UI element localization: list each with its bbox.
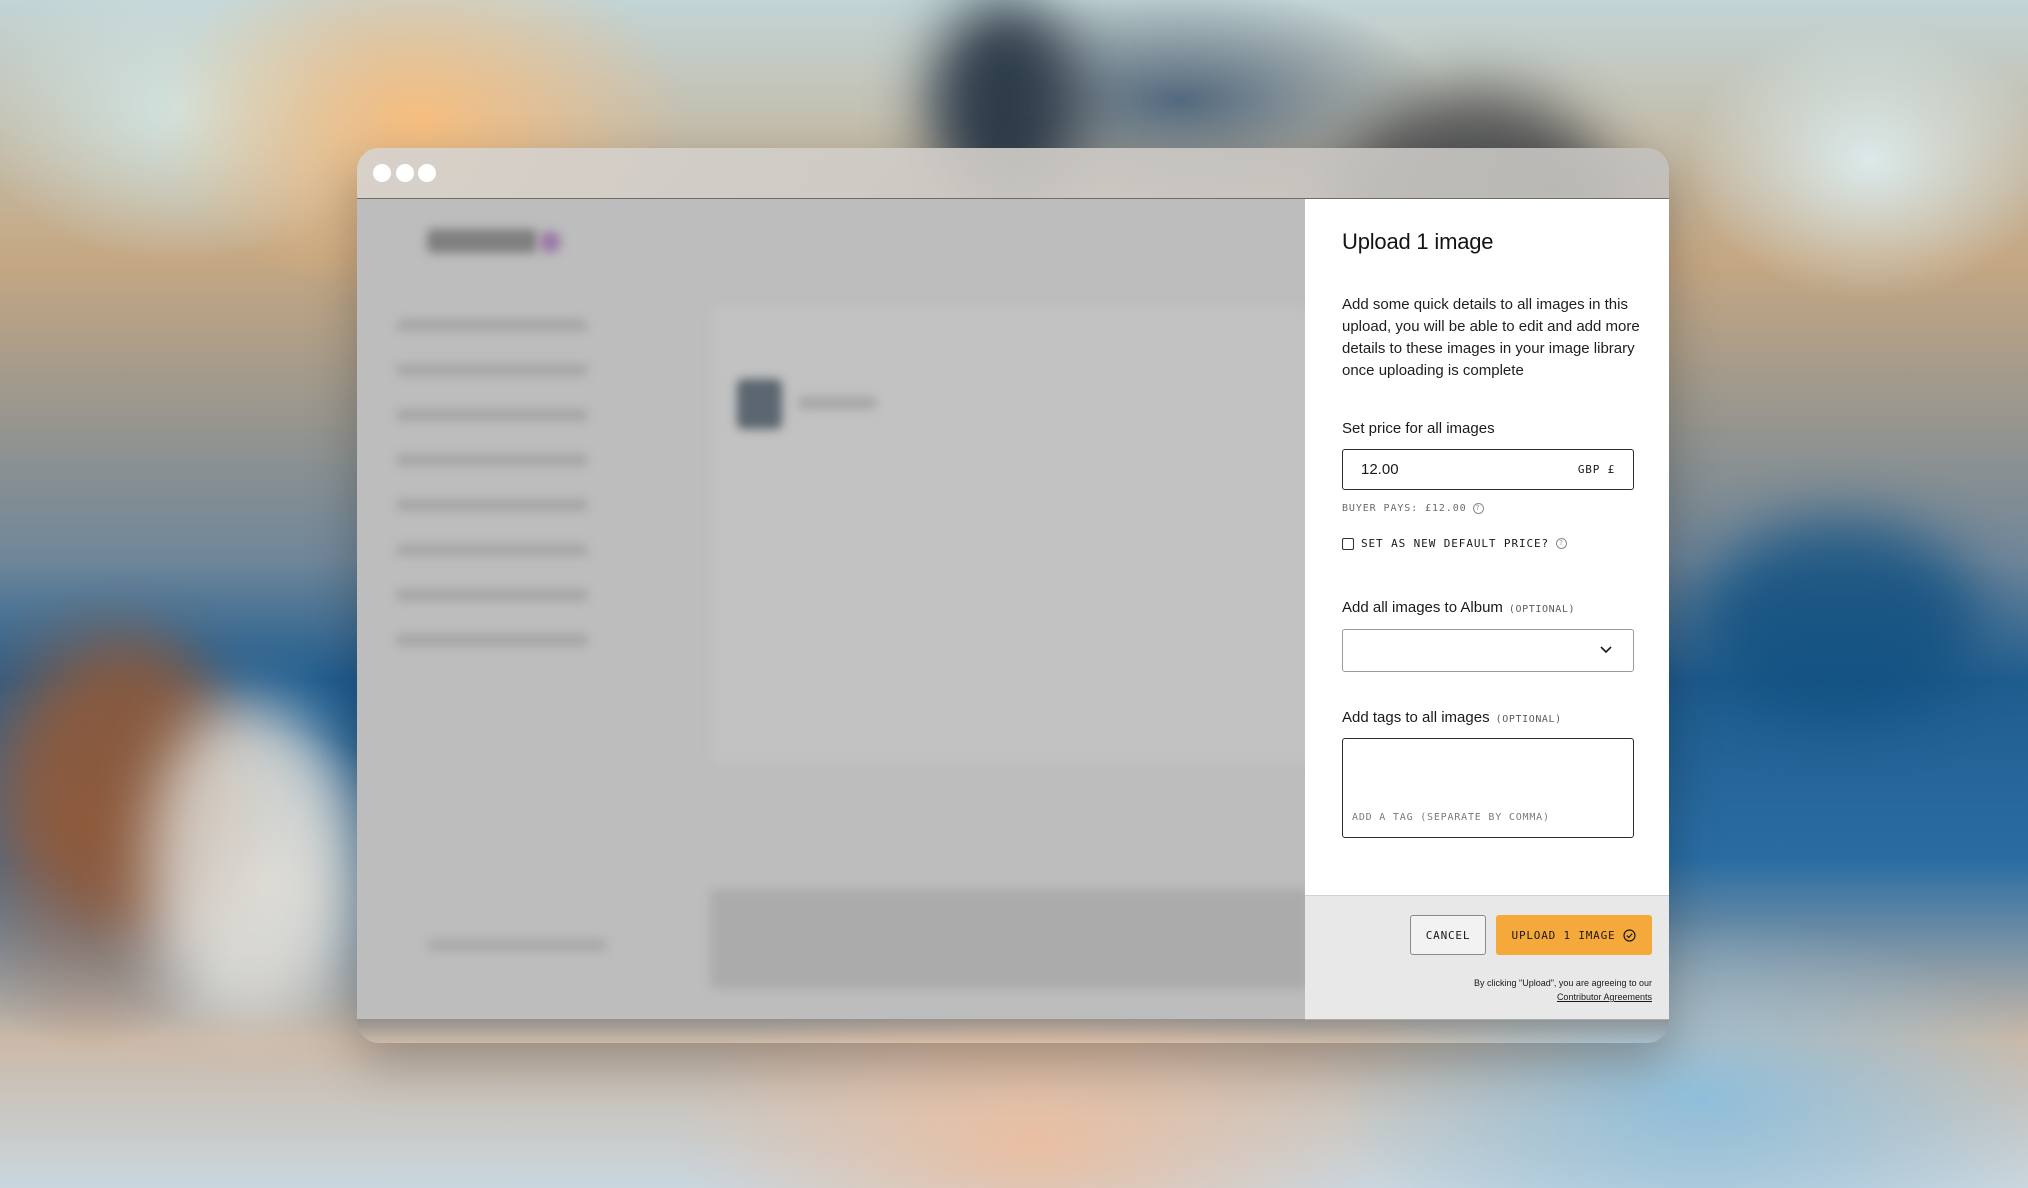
upload-button[interactable]: UPLOAD 1 IMAGE bbox=[1496, 915, 1652, 955]
info-icon[interactable]: ? bbox=[1472, 503, 1484, 514]
dimmed-app-background bbox=[357, 199, 1305, 1019]
window-minimize-dot[interactable] bbox=[396, 164, 414, 182]
default-price-option[interactable]: SET AS NEW DEFAULT PRICE? ? bbox=[1342, 537, 1568, 550]
contributor-agreements-link[interactable]: Contributor Agreements bbox=[1557, 992, 1652, 1002]
blurred-filename bbox=[797, 397, 877, 409]
default-price-label[interactable]: SET AS NEW DEFAULT PRICE? bbox=[1361, 537, 1549, 550]
tags-label: Add tags to all images (OPTIONAL) bbox=[1342, 709, 1562, 726]
tags-input[interactable]: ADD A TAG (SEPARATE BY COMMA) bbox=[1342, 738, 1634, 838]
upload-button-label: UPLOAD 1 IMAGE bbox=[1511, 928, 1616, 942]
tags-label-text: Add tags to all images bbox=[1342, 709, 1490, 726]
agreement-note: By clicking "Upload", you are agreeing t… bbox=[1474, 976, 1652, 1004]
default-price-checkbox[interactable] bbox=[1342, 537, 1354, 550]
blurred-logo bbox=[427, 229, 537, 253]
price-label: Set price for all images bbox=[1342, 420, 1495, 437]
window-close-dot[interactable] bbox=[373, 164, 391, 182]
panel-description: Add some quick details to all images in … bbox=[1342, 296, 1640, 379]
blurred-sidebar bbox=[397, 319, 587, 679]
blurred-footer-links bbox=[427, 939, 607, 951]
blurred-upload-bar bbox=[710, 889, 1305, 989]
album-optional-tag: (OPTIONAL) bbox=[1508, 604, 1576, 615]
window-maximize-dot[interactable] bbox=[418, 164, 436, 182]
background-blur-shape bbox=[150, 700, 350, 1020]
cancel-button-label: CANCEL bbox=[1425, 928, 1471, 942]
buyer-pays-note: BUYER PAYS: £12.00 ? bbox=[1342, 503, 1484, 514]
album-label: Add all images to Album (OPTIONAL) bbox=[1342, 599, 1575, 616]
album-select[interactable] bbox=[1342, 629, 1634, 672]
window-titlebar bbox=[357, 148, 1669, 199]
window-bottom-shadow bbox=[357, 1019, 1669, 1043]
check-circle-icon bbox=[1623, 928, 1637, 942]
info-icon[interactable]: ? bbox=[1556, 538, 1568, 549]
blurred-thumbnail bbox=[737, 379, 782, 429]
album-label-text: Add all images to Album bbox=[1342, 599, 1503, 616]
currency-label: GBP £ bbox=[1577, 463, 1615, 476]
tags-optional-tag: (OPTIONAL) bbox=[1495, 714, 1562, 725]
price-value[interactable]: 12.00 bbox=[1361, 461, 1399, 478]
browser-window: Upload 1 image Add some quick details to… bbox=[357, 148, 1669, 1043]
blurred-badge bbox=[539, 231, 561, 253]
background-blur-shape bbox=[1700, 520, 1980, 720]
agreement-text: By clicking "Upload", you are agreeing t… bbox=[1474, 978, 1652, 988]
price-input[interactable]: 12.00 GBP £ bbox=[1342, 449, 1634, 490]
buyer-pays-text: BUYER PAYS: £12.00 bbox=[1342, 503, 1467, 514]
blurred-upload-area bbox=[710, 304, 1305, 766]
panel-footer: CANCEL UPLOAD 1 IMAGE By clicking "Uploa… bbox=[1305, 895, 1669, 1020]
chevron-down-icon bbox=[1600, 646, 1612, 654]
cancel-button[interactable]: CANCEL bbox=[1410, 915, 1486, 955]
upload-side-panel: Upload 1 image Add some quick details to… bbox=[1305, 199, 1669, 1020]
panel-title: Upload 1 image bbox=[1342, 229, 1494, 254]
tags-placeholder: ADD A TAG (SEPARATE BY COMMA) bbox=[1352, 812, 1550, 823]
